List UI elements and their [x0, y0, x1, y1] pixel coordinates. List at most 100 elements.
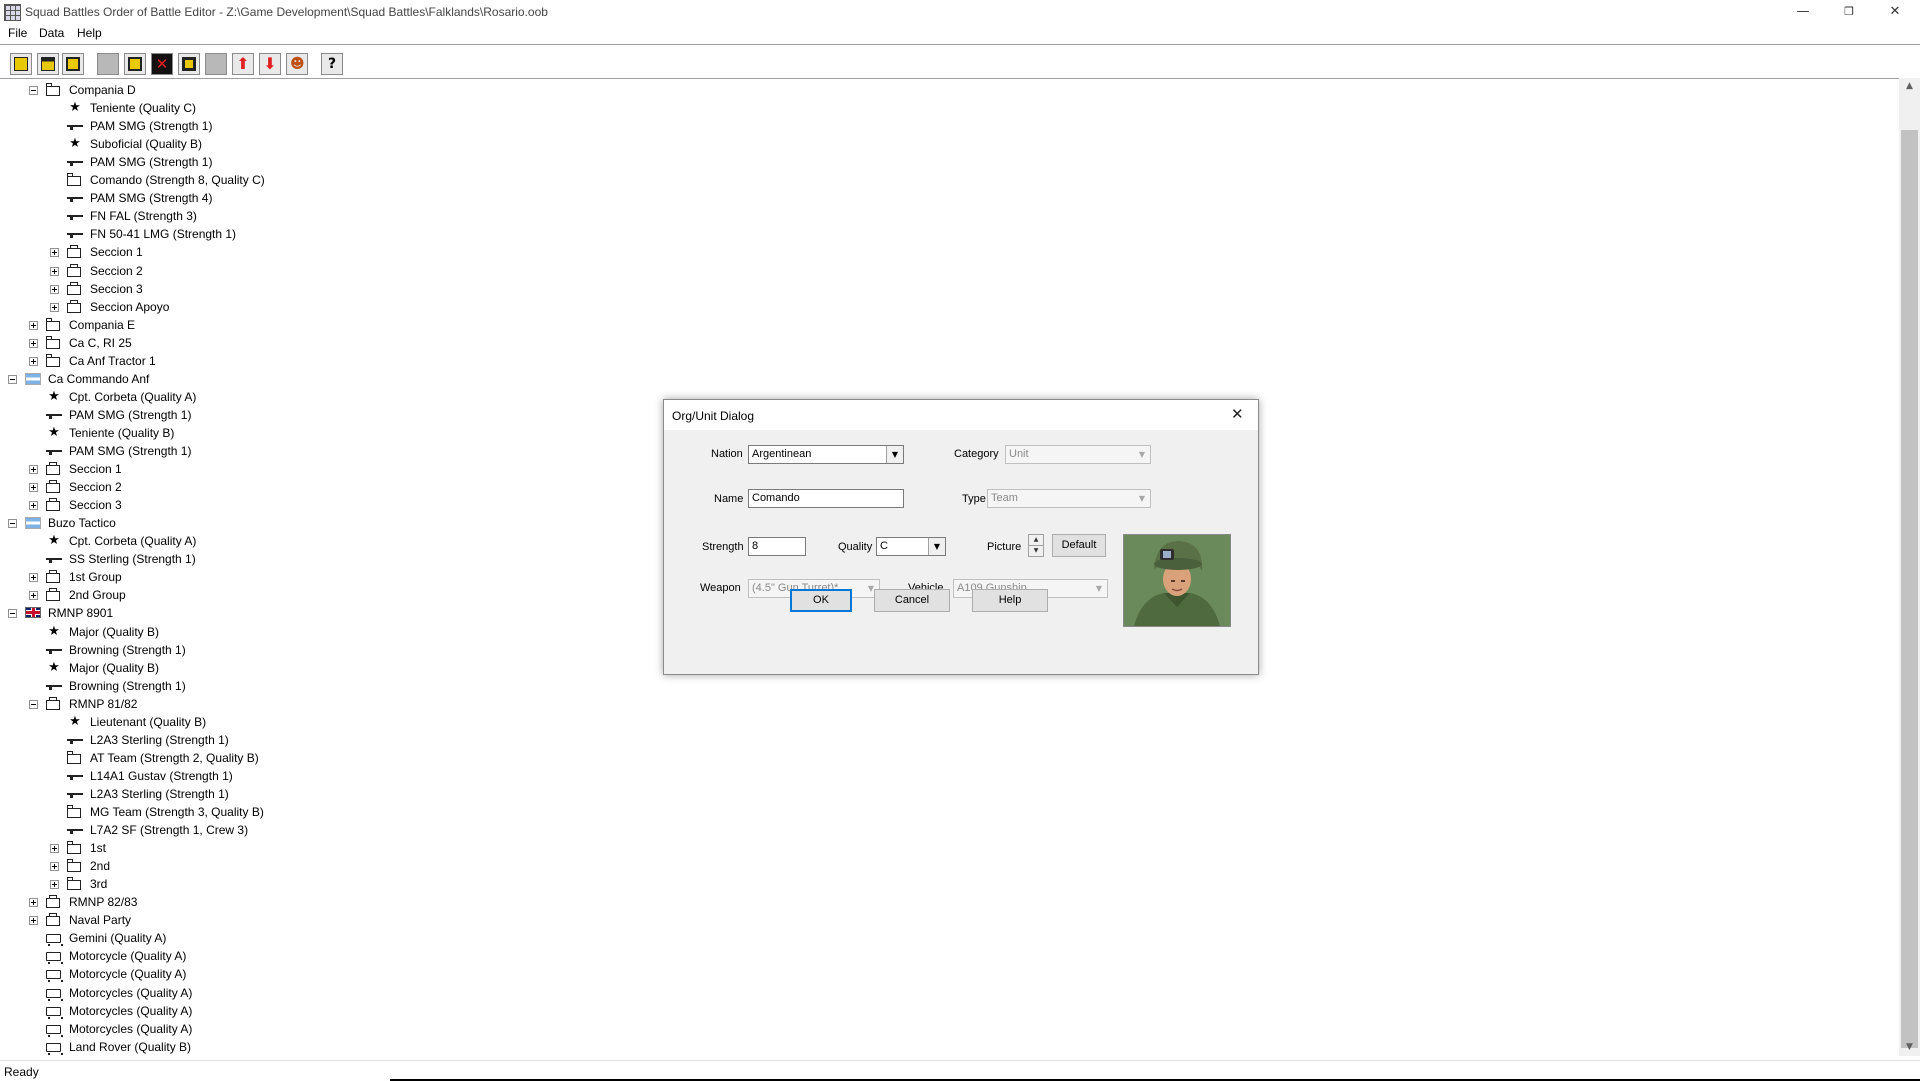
expand-icon[interactable]	[50, 266, 59, 276]
disabled-tool-button-2[interactable]	[205, 53, 227, 75]
expand-icon[interactable]	[29, 591, 38, 601]
restore-icon[interactable]: ❐	[1826, 0, 1872, 24]
chevron-down-icon[interactable]: ▼	[928, 538, 945, 555]
minimize-icon[interactable]: —	[1780, 0, 1826, 24]
expand-icon[interactable]	[50, 862, 59, 872]
strength-field[interactable]: 8	[748, 537, 806, 556]
cancel-button[interactable]: Cancel	[874, 589, 950, 612]
ok-button[interactable]: OK	[790, 589, 852, 612]
chevron-down-icon[interactable]: ▼	[886, 446, 903, 463]
tree-item[interactable]: L2A3 Sterling (Strength 1)	[0, 731, 600, 749]
chevron-down-icon[interactable]: ▼	[1134, 490, 1150, 507]
move-down-button[interactable]: ⬇	[259, 53, 281, 75]
tree-item[interactable]: Seccion 2	[0, 478, 600, 496]
tree-item[interactable]: L14A1 Gustav (Strength 1)	[0, 767, 600, 785]
tree-item[interactable]: Land Rover (Quality B)	[0, 1038, 600, 1056]
expand-icon[interactable]	[29, 356, 38, 366]
default-button[interactable]: Default	[1052, 534, 1106, 557]
collapse-icon[interactable]	[29, 86, 38, 95]
tree-item[interactable]: ★ Cpt. Corbeta (Quality A)	[0, 532, 600, 550]
tree-item[interactable]: AT Team (Strength 2, Quality B)	[0, 749, 600, 767]
tree-item[interactable]: ★ Major (Quality B)	[0, 659, 600, 677]
scroll-thumb[interactable]	[1901, 130, 1918, 1048]
expand-icon[interactable]	[29, 573, 38, 583]
expand-icon[interactable]	[29, 501, 38, 511]
tree-item[interactable]: Ca C, RI 25	[0, 334, 600, 352]
scroll-down-icon[interactable]: ▼	[1899, 1039, 1920, 1056]
edit-button[interactable]	[178, 53, 200, 75]
tree-item[interactable]: Motorcycles (Quality A)	[0, 984, 600, 1002]
tree-item[interactable]: 3rd	[0, 875, 600, 893]
tree-item[interactable]: L7A2 SF (Strength 1, Crew 3)	[0, 821, 600, 839]
expand-icon[interactable]	[50, 284, 59, 294]
type-select[interactable]: Team ▼	[987, 489, 1151, 508]
expand-icon[interactable]	[29, 916, 38, 926]
expand-icon[interactable]	[50, 880, 59, 890]
tree-item[interactable]: Motorcycle (Quality A)	[0, 965, 600, 983]
dialog-close-icon[interactable]: ✕	[1231, 405, 1244, 423]
menu-file[interactable]: File	[8, 26, 27, 40]
quality-select[interactable]: C ▼	[876, 537, 946, 556]
new-file-button[interactable]	[10, 53, 32, 75]
tree-item[interactable]: 1st	[0, 839, 600, 857]
tree-item[interactable]: Compania E	[0, 316, 600, 334]
tree-item[interactable]: Buzo Tactico	[0, 514, 600, 532]
chevron-down-icon[interactable]: ▼	[1091, 580, 1107, 597]
tree-item[interactable]: Browning (Strength 1)	[0, 677, 600, 695]
tree-item[interactable]: PAM SMG (Strength 1)	[0, 442, 600, 460]
collapse-icon[interactable]	[8, 609, 17, 619]
tree-item[interactable]: FN FAL (Strength 3)	[0, 207, 600, 225]
help-button[interactable]: ?	[321, 53, 343, 75]
nation-select[interactable]: Argentinean ▼	[748, 445, 904, 464]
tree-item[interactable]: L2A3 Sterling (Strength 1)	[0, 785, 600, 803]
expand-icon[interactable]	[29, 338, 38, 348]
vertical-scrollbar[interactable]: ▲ ▼	[1899, 78, 1920, 1056]
tree-item[interactable]: PAM SMG (Strength 1)	[0, 153, 600, 171]
picture-spinner[interactable]: ▲ ▼	[1028, 534, 1044, 557]
move-up-button[interactable]: ⬆	[232, 53, 254, 75]
tree-item[interactable]: 2nd Group	[0, 586, 600, 604]
collapse-icon[interactable]	[8, 374, 17, 384]
tree-item[interactable]: 2nd	[0, 857, 600, 875]
tree-item[interactable]: Gemini (Quality A)	[0, 929, 600, 947]
tree-item[interactable]: Seccion 3	[0, 496, 600, 514]
expand-icon[interactable]	[29, 320, 38, 330]
category-select[interactable]: Unit ▼	[1005, 445, 1151, 464]
tree-item[interactable]: ★ Lieutenant (Quality B)	[0, 713, 600, 731]
expand-icon[interactable]	[29, 898, 38, 908]
collapse-icon[interactable]	[29, 699, 38, 709]
tree-item[interactable]: ★ Teniente (Quality C)	[0, 99, 600, 117]
tree-item[interactable]: Seccion 2	[0, 262, 600, 280]
expand-icon[interactable]	[29, 483, 38, 493]
tree-item[interactable]: MG Team (Strength 3, Quality B)	[0, 803, 600, 821]
tree-item[interactable]: 1st Group	[0, 568, 600, 586]
delete-button[interactable]: ✕	[151, 53, 173, 75]
tree-item[interactable]: Seccion 1	[0, 243, 600, 261]
tree-item[interactable]: Browning (Strength 1)	[0, 641, 600, 659]
help-dialog-button[interactable]: Help	[972, 589, 1048, 612]
menu-help[interactable]: Help	[77, 26, 102, 40]
tree-item[interactable]: ★ Suboficial (Quality B)	[0, 135, 600, 153]
save-file-button[interactable]	[62, 53, 84, 75]
name-field[interactable]: Comando	[748, 489, 904, 508]
tree-item[interactable]: RMNP 82/83	[0, 893, 600, 911]
tree-item[interactable]: FN 50-41 LMG (Strength 1)	[0, 225, 600, 243]
tree-item[interactable]: PAM SMG (Strength 1)	[0, 117, 600, 135]
tree-item[interactable]: PAM SMG (Strength 1)	[0, 406, 600, 424]
new-org-button[interactable]	[124, 53, 146, 75]
disabled-tool-button-1[interactable]	[97, 53, 119, 75]
expand-icon[interactable]	[50, 248, 59, 258]
scroll-up-icon[interactable]: ▲	[1899, 78, 1920, 95]
tree-item[interactable]: Motorcycles (Quality A)	[0, 1002, 600, 1020]
leader-button[interactable]: ☻	[286, 53, 308, 75]
tree-item[interactable]: Naval Party	[0, 911, 600, 929]
tree-item[interactable]: ★ Cpt. Corbeta (Quality A)	[0, 388, 600, 406]
collapse-icon[interactable]	[8, 519, 17, 529]
tree-item[interactable]: RMNP 8901	[0, 604, 600, 622]
tree-item[interactable]: Ca Anf Tractor 1	[0, 352, 600, 370]
chevron-down-icon[interactable]: ▼	[1134, 446, 1150, 463]
expand-icon[interactable]	[29, 465, 38, 475]
tree-item[interactable]: Motorcycles (Quality A)	[0, 1020, 600, 1038]
expand-icon[interactable]	[50, 844, 59, 854]
tree-item[interactable]: ★ Teniente (Quality B)	[0, 424, 600, 442]
